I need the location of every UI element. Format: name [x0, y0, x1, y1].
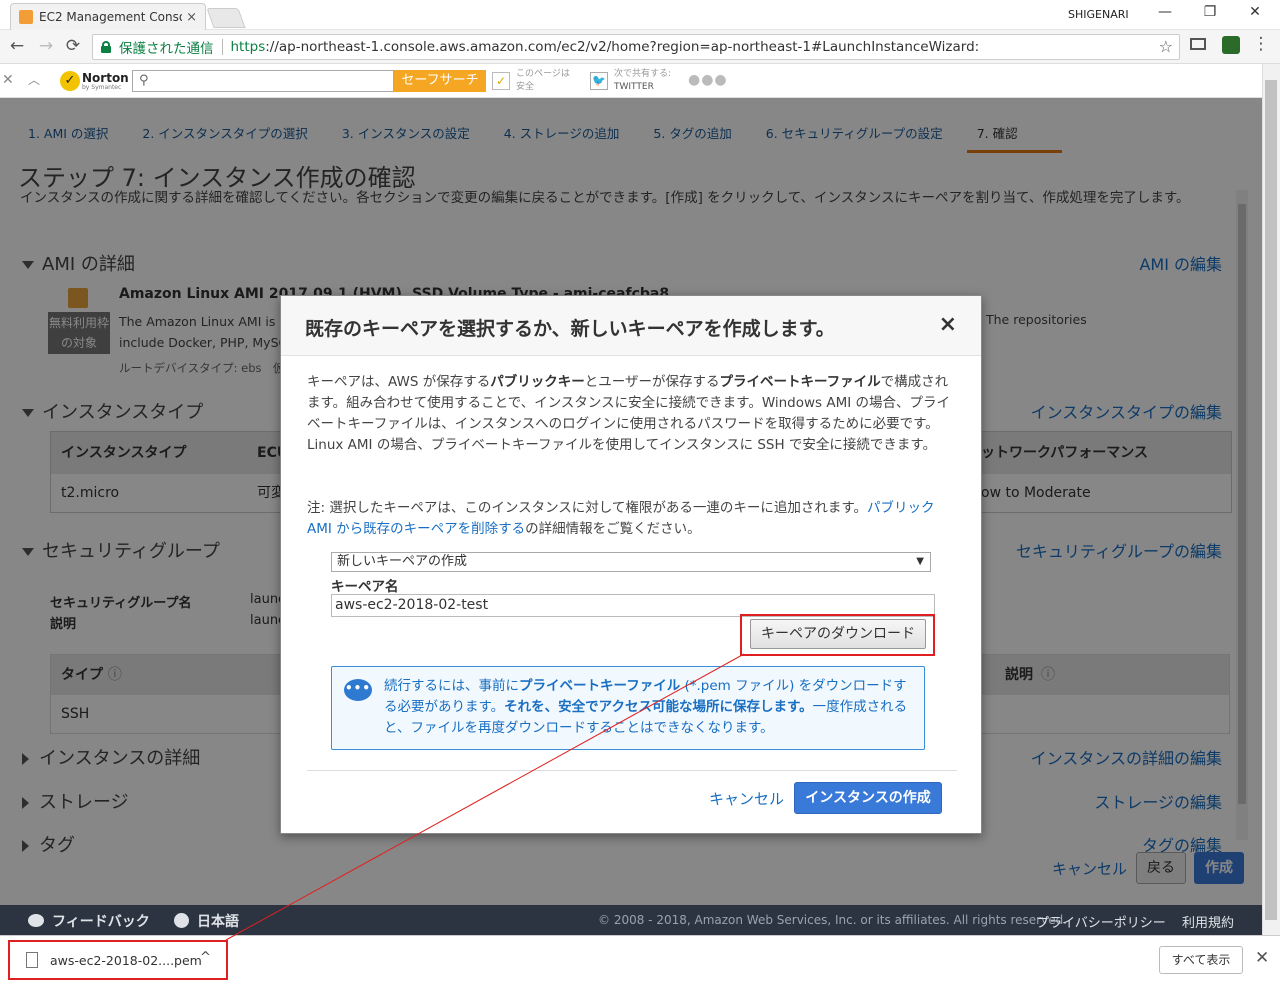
menu-icon[interactable]: ⋮ — [1250, 34, 1272, 54]
address-bar: ← → ⟳ 保護された通信 https://ap-northeast-1.con… — [0, 30, 1280, 64]
restore-icon[interactable]: ❐ — [1195, 4, 1225, 20]
divider — [221, 39, 223, 55]
new-tab-button[interactable] — [206, 8, 246, 28]
twitter-icon: 🐦 — [590, 72, 608, 90]
modal-title: 既存のキーペアを選択するか、新しいキーペアを作成します。 — [305, 318, 835, 340]
download-item[interactable]: aws-ec2-2018-02....pem ^ — [8, 940, 228, 980]
show-all-button[interactable]: すべて表示 — [1159, 946, 1243, 974]
search-icon: ⚲ — [139, 73, 149, 88]
browser-titlebar: EC2 Management Conso × SHIGENARI — ❐ ✕ — [0, 0, 1280, 30]
info-text: 続行するには、事前にプライベートキーファイル (*.pem ファイル) をダウン… — [384, 678, 908, 736]
norton-toolbar: ✕ ︿ ✓ Norton by Symantec ⚲ セーフサーチ ✓ このペー… — [0, 64, 1280, 98]
profile-name[interactable]: SHIGENARI — [1068, 8, 1129, 21]
safe-search-button[interactable]: セーフサーチ — [394, 70, 486, 92]
divider — [307, 770, 957, 771]
privacy-link[interactable]: プライバシーポリシー — [1036, 912, 1166, 931]
keypair-option-select[interactable]: 新しいキーペアの作成 ▼ — [331, 552, 931, 572]
modal-description: キーペアは、AWS が保存するパブリックキーとユーザーが保存するプライベートキー… — [307, 374, 951, 453]
close-icon[interactable]: ✕ — [1255, 948, 1269, 968]
file-icon — [26, 952, 38, 968]
download-keypair-button[interactable]: キーペアのダウンロード — [750, 619, 926, 649]
page-scrollbar-thumb[interactable] — [1265, 80, 1277, 920]
info-bubble-icon: ••• — [344, 679, 372, 701]
modal-note: 注: 選択したキーペアは、このインスタンスに対して権限がある一連のキーに追加され… — [307, 500, 935, 537]
copyright: © 2008 - 2018, Amazon Web Services, Inc.… — [598, 913, 1068, 927]
cast-icon[interactable] — [1190, 38, 1206, 50]
globe-icon — [174, 913, 189, 928]
tab-title: EC2 Management Conso — [39, 10, 183, 24]
launch-instance-button[interactable]: インスタンスの作成 — [794, 782, 942, 814]
modal-header: 既存のキーペアを選択するか、新しいキーペアを作成します。 × — [281, 296, 981, 356]
keypair-name-label: キーペア名 — [331, 579, 399, 595]
url-scheme: https — [230, 39, 266, 55]
close-icon[interactable]: ✕ — [2, 72, 14, 88]
secure-label: 保護された通信 — [119, 41, 214, 57]
chevron-up-icon[interactable]: ︿ — [28, 71, 40, 88]
bookmark-star-icon[interactable]: ☆ — [1159, 37, 1173, 56]
url-field[interactable]: 保護された通信 https://ap-northeast-1.console.a… — [92, 34, 1180, 60]
lock-icon — [101, 41, 111, 53]
close-icon[interactable]: × — [939, 312, 957, 337]
window-close-icon[interactable]: ✕ — [1240, 4, 1270, 20]
feedback-link[interactable]: フィードバック — [28, 911, 150, 931]
page-safe-indicator[interactable]: ✓ このページは 安全 — [492, 68, 570, 94]
norton-check-icon: ✓ — [60, 71, 80, 91]
back-arrow-icon[interactable]: ← — [6, 36, 28, 56]
console-footer: フィードバック 日本語 © 2008 - 2018, Amazon Web Se… — [0, 905, 1262, 935]
minimize-icon[interactable]: — — [1150, 4, 1180, 20]
speech-bubble-icon — [28, 914, 44, 927]
more-icon[interactable]: ●●● — [688, 72, 728, 88]
modal-cancel-link[interactable]: キャンセル — [709, 788, 784, 809]
browser-tab[interactable]: EC2 Management Conso × — [10, 3, 206, 30]
norton-logo: ✓ Norton by Symantec — [60, 71, 129, 91]
norton-search-input[interactable]: ⚲ — [132, 70, 394, 92]
twitter-share[interactable]: 🐦 次で共有する: TWITTER — [590, 68, 671, 94]
dropdown-arrow-icon: ▼ — [916, 556, 924, 567]
tab-close-icon[interactable]: × — [186, 10, 197, 25]
chevron-up-icon[interactable]: ^ — [200, 950, 211, 965]
forward-arrow-icon[interactable]: → — [35, 36, 57, 56]
url-text: ://ap-northeast-1.console.aws.amazon.com… — [265, 39, 980, 55]
language-selector[interactable]: 日本語 — [174, 911, 239, 931]
key-pair-modal: 既存のキーペアを選択するか、新しいキーペアを作成します。 × キーペアは、AWS… — [280, 295, 982, 834]
download-bar: aws-ec2-2018-02....pem ^ すべて表示 ✕ — [0, 935, 1280, 984]
extension-icon[interactable] — [1222, 36, 1240, 54]
aws-favicon-icon — [19, 10, 33, 24]
reload-icon[interactable]: ⟳ — [62, 36, 84, 56]
terms-link[interactable]: 利用規約 — [1182, 912, 1234, 931]
safe-check-icon: ✓ — [492, 72, 510, 90]
info-alert: ••• 続行するには、事前にプライベートキーファイル (*.pem ファイル) … — [331, 666, 925, 750]
download-file-name: aws-ec2-2018-02....pem — [50, 953, 202, 968]
